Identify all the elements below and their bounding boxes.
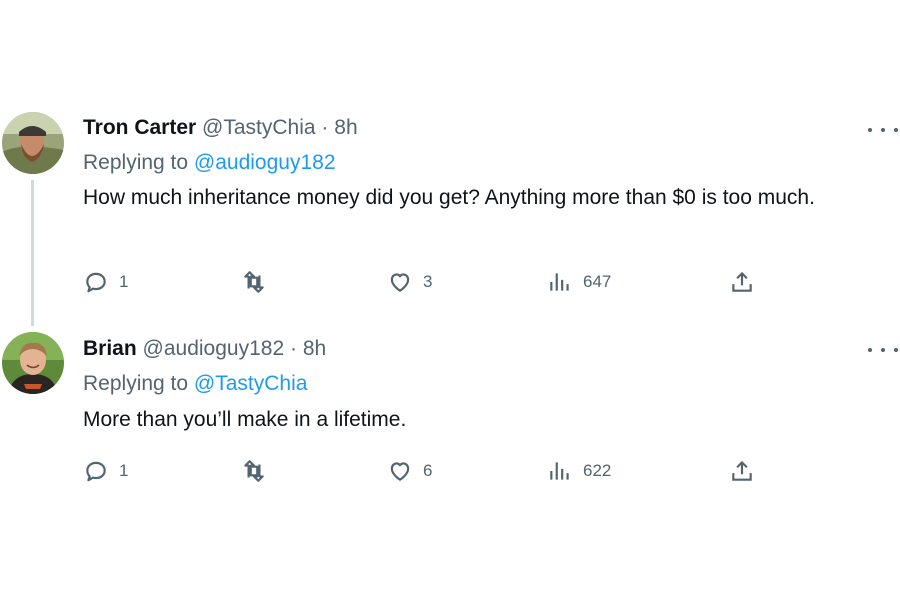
timestamp[interactable]: 8h	[334, 116, 357, 139]
user-handle[interactable]: @audioguy182	[143, 337, 285, 360]
tweet-header: Tron Carter @TastyChia · 8h	[83, 116, 358, 140]
like-button[interactable]: 3	[387, 267, 432, 297]
views-icon	[550, 273, 569, 291]
view-count: 647	[583, 272, 612, 291]
replying-to-mention[interactable]: @TastyChia	[194, 372, 308, 395]
tweet-text: How much inheritance money did you get? …	[83, 186, 815, 209]
more-icon-dot	[894, 348, 898, 352]
more-icon	[868, 128, 872, 132]
avatar[interactable]	[2, 332, 64, 394]
more-options-button[interactable]	[868, 120, 898, 140]
user-handle[interactable]: @TastyChia	[202, 116, 316, 139]
replying-to: Replying to @audioguy182	[83, 151, 336, 175]
views-button[interactable]: 622	[547, 456, 611, 486]
bearded-man-avatar-icon	[2, 112, 64, 174]
more-icon-dot	[894, 128, 898, 132]
reply-button[interactable]: 1	[83, 267, 128, 297]
reply-count: 1	[119, 272, 129, 291]
like-count: 6	[423, 461, 433, 480]
replying-to-label: Replying to	[83, 372, 189, 395]
replying-to-mention[interactable]: @audioguy182	[194, 151, 336, 174]
avatar[interactable]	[2, 112, 64, 174]
more-options-button[interactable]	[868, 340, 898, 360]
smiling-man-avatar-icon	[2, 332, 64, 394]
display-name[interactable]: Brian	[83, 337, 137, 360]
reply-icon	[86, 461, 106, 482]
share-icon	[732, 461, 752, 481]
share-button[interactable]	[729, 267, 755, 297]
share-icon	[732, 272, 752, 292]
tweet-1: Tron Carter @TastyChia · 8h Replying to …	[0, 0, 900, 320]
separator-dot: ·	[321, 116, 329, 139]
like-button[interactable]: 6	[387, 456, 432, 486]
timestamp[interactable]: 8h	[303, 337, 326, 360]
heart-icon	[390, 273, 410, 292]
more-icon	[868, 348, 872, 352]
retweet-icon	[244, 460, 264, 482]
replying-to-label: Replying to	[83, 151, 189, 174]
action-bar: 1 6 622	[83, 456, 783, 486]
reply-icon	[86, 272, 106, 293]
separator-dot: ·	[289, 337, 297, 360]
action-bar: 1 3 647	[83, 267, 783, 297]
retweet-button[interactable]	[241, 456, 277, 486]
share-button[interactable]	[729, 456, 755, 486]
view-count: 622	[583, 461, 612, 480]
tweet-text: More than you’ll make in a lifetime.	[83, 408, 407, 431]
tweet-2: Brian @audioguy182 · 8h Replying to @Tas…	[0, 320, 900, 520]
retweet-button[interactable]	[241, 267, 277, 297]
retweet-icon	[244, 271, 264, 293]
replying-to: Replying to @TastyChia	[83, 372, 307, 396]
more-icon-dot	[881, 128, 885, 132]
views-icon	[550, 462, 569, 480]
reply-count: 1	[119, 461, 129, 480]
more-icon-dot	[881, 348, 885, 352]
views-button[interactable]: 647	[547, 267, 611, 297]
tweet-header: Brian @audioguy182 · 8h	[83, 337, 326, 361]
display-name[interactable]: Tron Carter	[83, 116, 196, 139]
like-count: 3	[423, 272, 433, 291]
reply-button[interactable]: 1	[83, 456, 128, 486]
heart-icon	[390, 462, 410, 481]
